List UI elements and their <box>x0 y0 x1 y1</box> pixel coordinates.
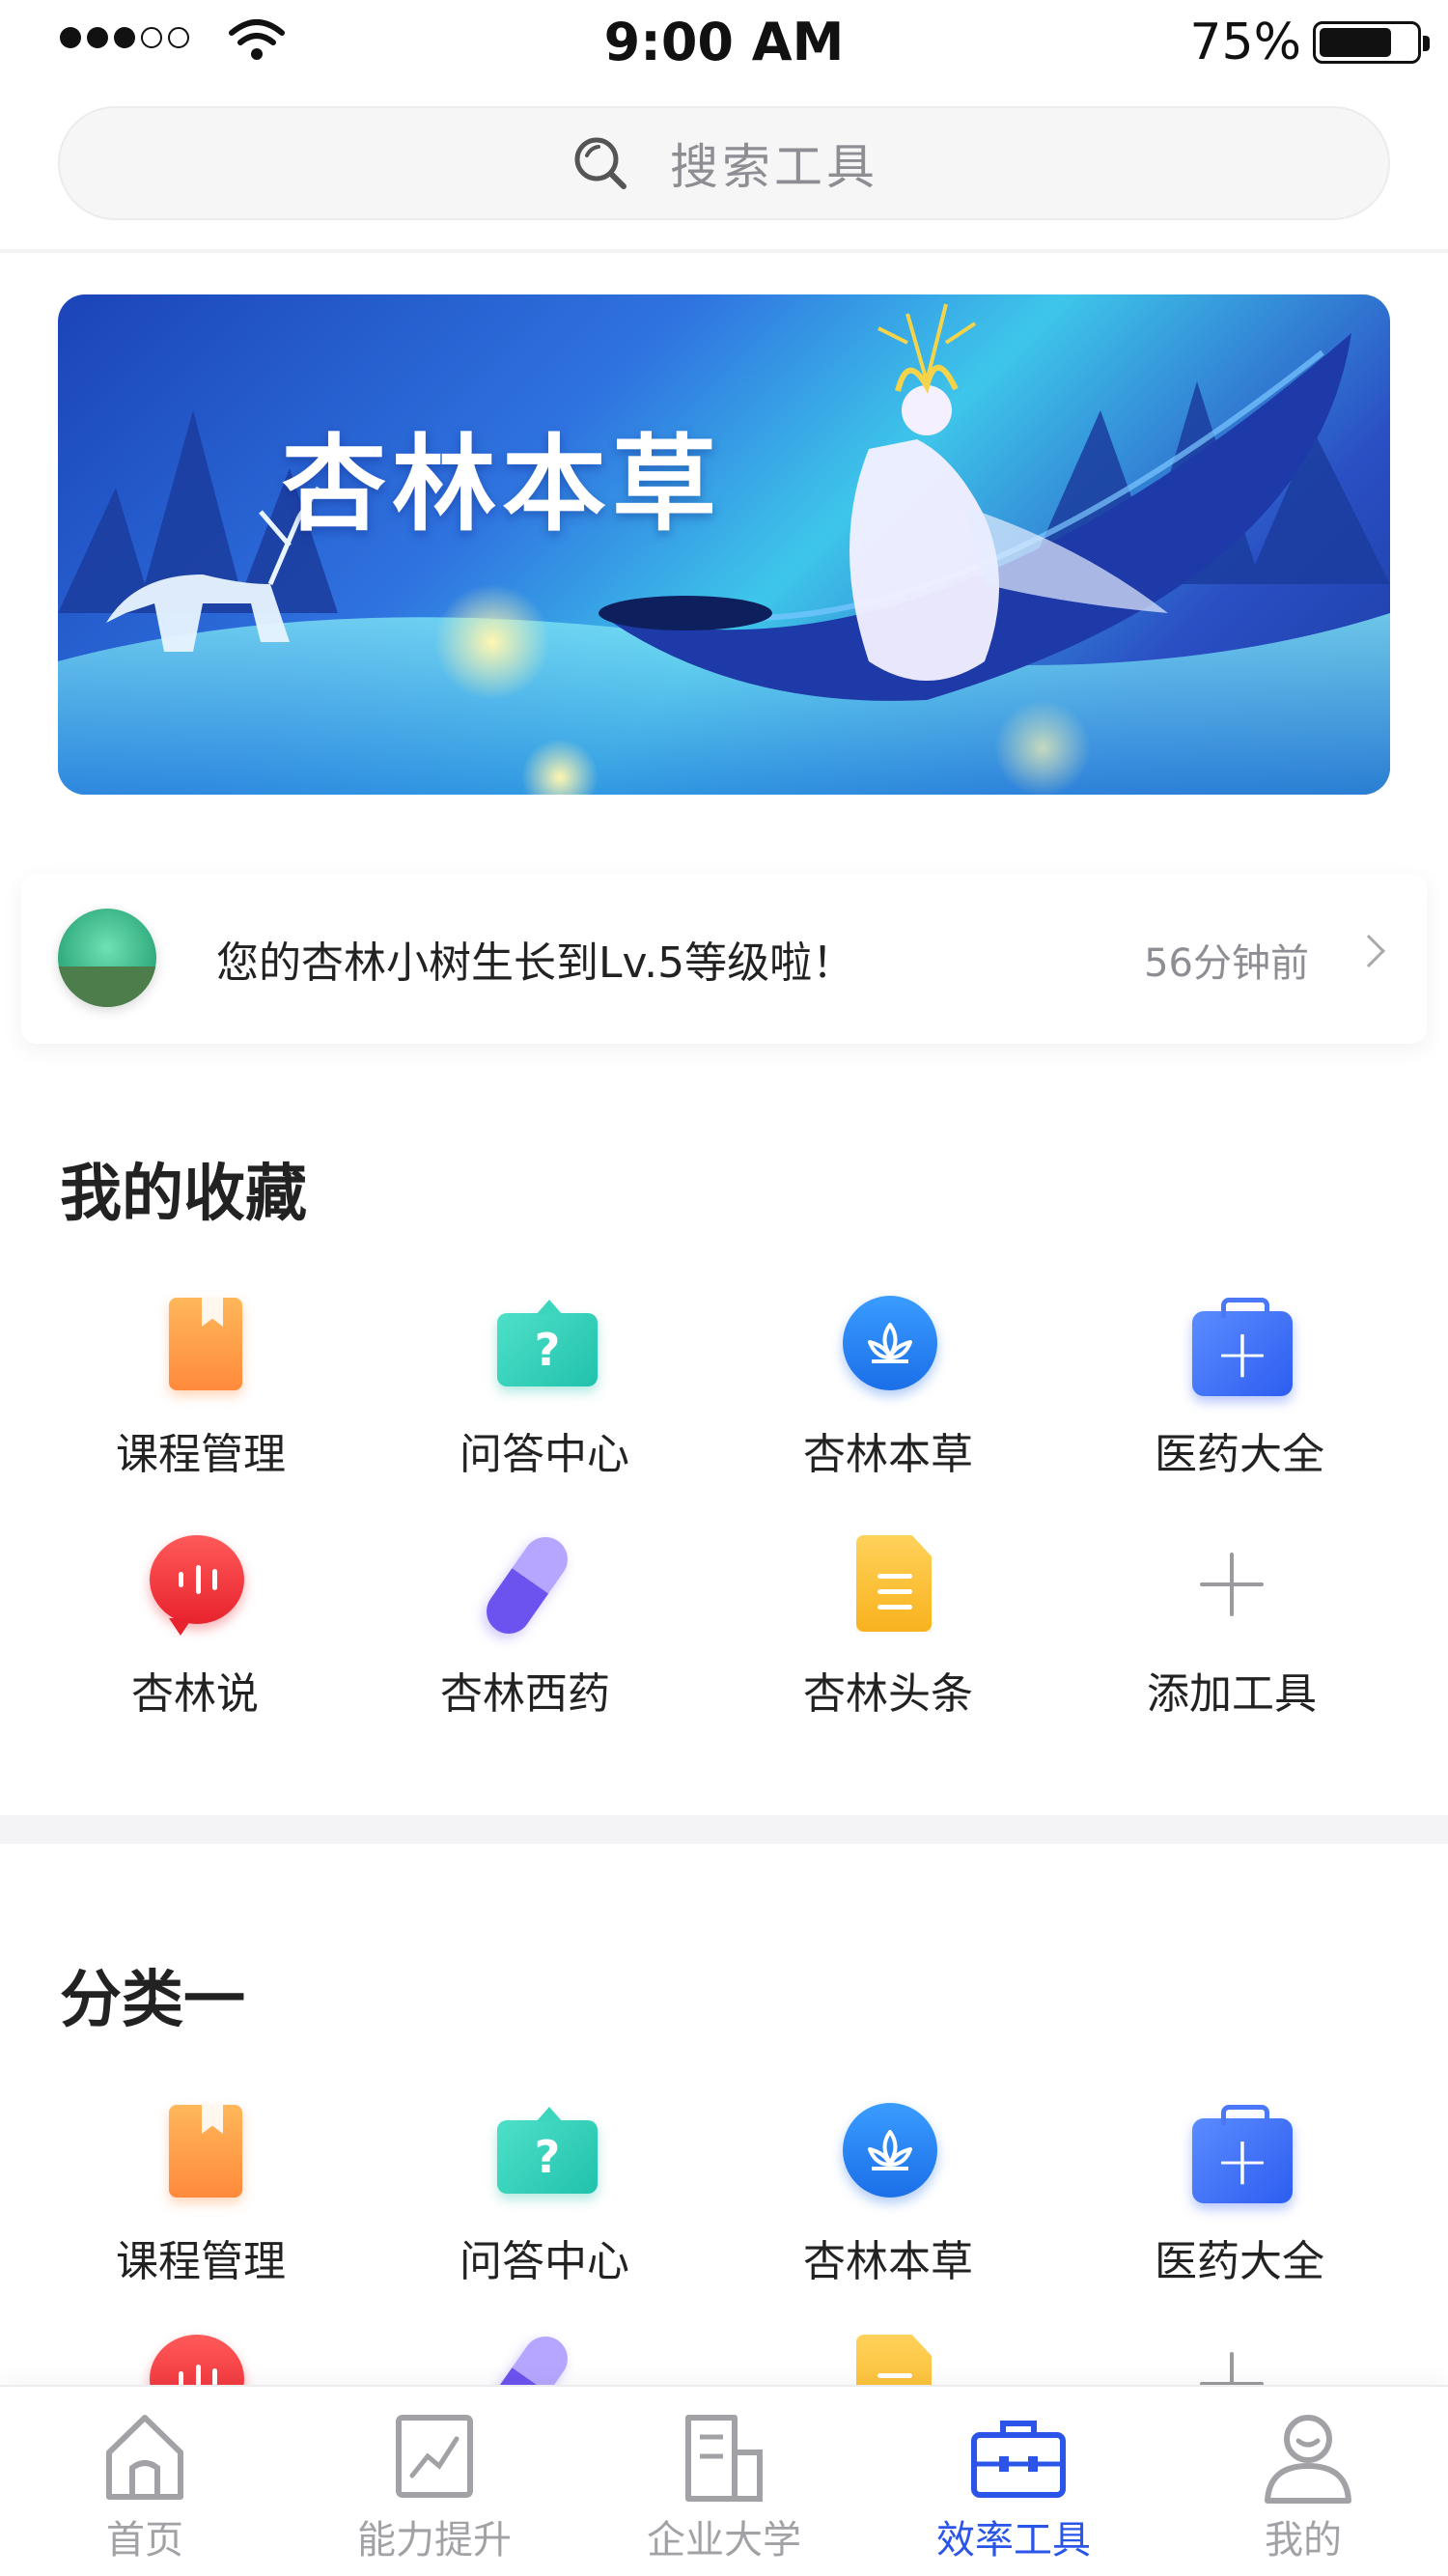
tool-label: 杏林说 <box>131 1669 259 1719</box>
banner-title: 杏林本草 <box>282 425 723 546</box>
news-icon <box>856 1535 932 1632</box>
tree-avatar-icon <box>58 909 156 1007</box>
herb-icon <box>843 1296 937 1390</box>
toolbox-icon <box>971 2421 1066 2498</box>
book-icon <box>169 2105 242 2198</box>
chevron-right-icon <box>1352 935 1385 967</box>
add-tool-button[interactable]: 添加工具 <box>1058 1531 1406 1721</box>
search-icon <box>574 137 627 189</box>
bottom-tab-bar: 首页 能力提升 企业大学 效率工具 我的 <box>0 2385 1448 2576</box>
tool-label: 杏林本草 <box>803 1430 973 1479</box>
status-bar: 9:00 AM 75% <box>0 0 1448 87</box>
search-placeholder: 搜索工具 <box>670 139 878 195</box>
search-input[interactable]: 搜索工具 <box>58 106 1390 220</box>
tool-label: 添加工具 <box>1147 1669 1317 1719</box>
banner-illustration <box>58 303 1390 795</box>
tool-headlines[interactable]: 杏林头条 <box>714 1531 1062 1721</box>
tool-qa-center[interactable]: ? 问答中心 <box>371 1292 718 1481</box>
tool-label: 问答中心 <box>459 1430 629 1479</box>
category-title: 分类一 <box>60 1965 245 2036</box>
tool-western-medicine[interactable]: 杏林西药 <box>351 1527 699 1721</box>
building-icon <box>685 2415 763 2502</box>
tool-label: 问答中心 <box>459 2237 629 2286</box>
battery-percentage: 75% <box>1189 14 1301 71</box>
home-icon <box>106 2415 183 2500</box>
tab-label: 效率工具 <box>936 2518 1091 2562</box>
tool-label: 杏林西药 <box>440 1669 610 1719</box>
tool-label: 杏林头条 <box>803 1669 973 1719</box>
tool-herbal[interactable]: 杏林本草 <box>714 1292 1062 1481</box>
tool-label: 课程管理 <box>116 1430 286 1479</box>
tab-label: 能力提升 <box>357 2518 512 2562</box>
medkit-icon <box>1192 2105 1293 2203</box>
tool-label: 医药大全 <box>1155 1430 1324 1479</box>
herb-icon <box>843 2103 937 2198</box>
favorites-title: 我的收藏 <box>60 1159 307 1230</box>
tool-course-management[interactable]: 课程管理 <box>27 1292 375 1481</box>
growth-notification[interactable]: 您的杏林小树生长到Lv.5等级啦！ 56分钟前 <box>21 874 1427 1044</box>
tab-profile[interactable]: 我的 <box>1158 2387 1448 2576</box>
battery-icon <box>1313 21 1430 64</box>
profile-icon <box>1265 2415 1351 2504</box>
tab-enterprise-university[interactable]: 企业大学 <box>579 2387 869 2576</box>
tool-label: 课程管理 <box>116 2237 286 2286</box>
tab-home[interactable]: 首页 <box>0 2387 290 2576</box>
qa-icon: ? <box>497 2107 598 2194</box>
tool-herbal[interactable]: 杏林本草 <box>714 2099 1062 2288</box>
promo-banner[interactable]: 杏林本草 <box>58 294 1390 795</box>
section-divider <box>0 1815 1448 1844</box>
plus-icon <box>1200 1553 1264 1616</box>
book-icon <box>169 1298 242 1390</box>
tab-label: 首页 <box>106 2518 183 2562</box>
speech-icon <box>150 1535 244 1636</box>
medkit-icon <box>1192 1298 1293 1396</box>
qa-icon: ? <box>497 1300 598 1386</box>
pill-icon <box>478 1527 576 1643</box>
tool-xinglin-talk[interactable]: 杏林说 <box>21 1531 369 1721</box>
tab-label: 我的 <box>1265 2518 1342 2562</box>
tab-efficiency-tools[interactable]: 效率工具 <box>869 2387 1158 2576</box>
tab-skill-improvement[interactable]: 能力提升 <box>290 2387 579 2576</box>
chart-icon <box>396 2415 473 2498</box>
tool-medicine-encyclopedia[interactable]: 医药大全 <box>1066 1292 1413 1481</box>
tool-label: 医药大全 <box>1155 2237 1324 2286</box>
tab-label: 企业大学 <box>647 2518 801 2562</box>
header-divider <box>0 249 1448 253</box>
notification-message: 您的杏林小树生长到Lv.5等级啦！ <box>216 938 855 988</box>
notification-time: 56分钟前 <box>1144 941 1309 986</box>
tool-medicine-encyclopedia[interactable]: 医药大全 <box>1066 2099 1413 2288</box>
tool-qa-center[interactable]: ? 问答中心 <box>371 2099 718 2288</box>
tool-label: 杏林本草 <box>803 2237 973 2286</box>
tool-course-management[interactable]: 课程管理 <box>27 2099 375 2288</box>
